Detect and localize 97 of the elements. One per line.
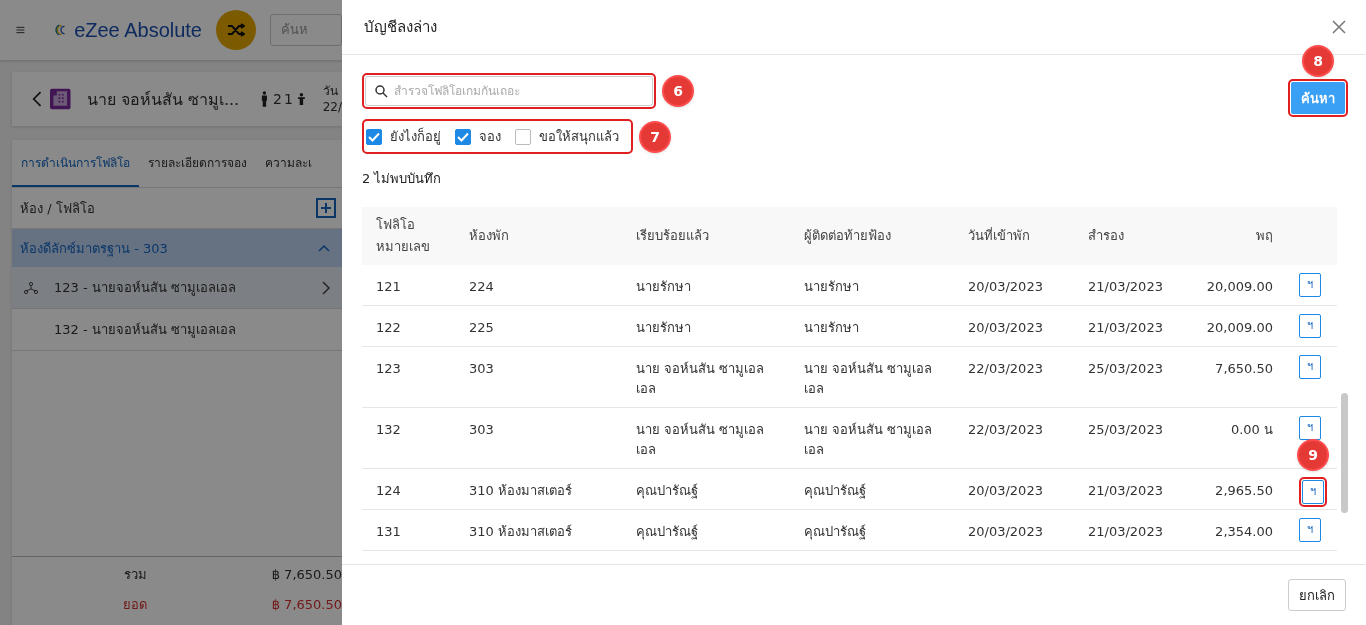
- back-icon[interactable]: [32, 89, 43, 109]
- chevron-right-icon[interactable]: [322, 280, 330, 295]
- table-cell-text: 123: [375, 360, 402, 378]
- table-cell-text: 2,965.50: [1214, 482, 1274, 500]
- checkbox[interactable]: [366, 128, 382, 145]
- column-header: เรียบร้อยแล้ว: [635, 227, 710, 245]
- tab[interactable]: รายละเอียดการจอง: [139, 140, 256, 187]
- table-cell-text: 20/03/2023: [967, 278, 1044, 296]
- dialog-title: บัญชีลงล่าง: [364, 17, 437, 38]
- cancel-button[interactable]: ยกเลิก: [1288, 579, 1346, 611]
- checkbox[interactable]: [455, 128, 471, 145]
- child-icon: [297, 92, 305, 106]
- table-cell-text: คุณปารัณฐ์: [635, 482, 699, 501]
- add-icon[interactable]: [316, 198, 336, 218]
- scrollbar-thumb[interactable]: [1341, 393, 1348, 513]
- table-cell-text: 310 ห้องมาสเตอร์: [468, 523, 573, 541]
- table-cell-text: นายรักษา: [803, 278, 860, 296]
- callout-badge: 8: [1304, 47, 1332, 75]
- adult-count: 2: [273, 91, 282, 107]
- checkbox-label: จอง: [479, 128, 501, 146]
- date-label: วัน: [322, 83, 339, 99]
- table-cell-text: 225: [468, 319, 495, 337]
- table-cell-text: 20/03/2023: [967, 482, 1044, 500]
- logo-text: eZee Absolute: [74, 18, 202, 42]
- folio-item[interactable]: 123 - นายจอห์นสัน ซามูเอลเอล: [12, 267, 342, 309]
- close-icon[interactable]: [1332, 20, 1346, 34]
- action-button[interactable]: ฯ: [1299, 518, 1321, 542]
- table-cell-text: 25/03/2023: [1087, 360, 1164, 378]
- tab[interactable]: ความละเ: [256, 140, 321, 187]
- table-cell-text: นาย จอห์นสัน ซามูเอลเอล: [803, 421, 934, 459]
- checkbox[interactable]: [515, 128, 531, 145]
- column-header: สำรอง: [1087, 227, 1125, 245]
- column-header: วันที่เข้าพัก: [967, 226, 1031, 245]
- callout-badge: 9: [1299, 441, 1327, 469]
- table-cell-text: 132: [375, 421, 402, 439]
- result-count: 2 ไม่พบบันทึก: [362, 170, 443, 188]
- search-field[interactable]: สำรวจโฟลิโอเกมกันเถอะ: [365, 76, 653, 106]
- action-button[interactable]: ฯ: [1299, 273, 1321, 297]
- hierarchy-icon: [24, 281, 38, 294]
- table-cell-text: 21/03/2023: [1087, 523, 1164, 541]
- building-icon: [50, 87, 71, 111]
- callout-badge: 6: [664, 77, 692, 105]
- action-button[interactable]: ฯ: [1299, 416, 1321, 440]
- action-button[interactable]: ฯ: [1299, 355, 1321, 379]
- table-cell-text: 310 ห้องมาสเตอร์: [468, 482, 573, 500]
- table-cell-text: 7,650.50: [1214, 360, 1274, 378]
- table-cell-text: 21/03/2023: [1087, 319, 1164, 337]
- table-cell-text: 22/03/2023: [967, 360, 1044, 378]
- column-header: ผู้ติดต่อท้ายฟ้อง: [803, 227, 892, 246]
- table-cell-text: 224: [468, 278, 495, 296]
- table-cell-text: 124: [375, 482, 402, 500]
- table-cell-text: นาย จอห์นสัน ซามูเอลเอล: [803, 360, 934, 398]
- table-cell-text: 21/03/2023: [1087, 482, 1164, 500]
- table-cell-text: 0.00 น: [1229, 421, 1274, 439]
- action-button[interactable]: ฯ: [1299, 314, 1321, 338]
- table-cell-text: นาย จอห์นสัน ซามูเอลเอล: [635, 360, 766, 398]
- table-cell-text: นายรักษา: [635, 278, 692, 296]
- caret-icon[interactable]: [318, 244, 330, 252]
- table-cell-text: 303: [468, 421, 495, 439]
- table-cell-text: 122: [375, 319, 402, 337]
- total-label: ยอด: [122, 595, 147, 614]
- total-amount: ฿ 7,650.50: [270, 566, 342, 582]
- table-cell-text: นายรักษา: [635, 319, 692, 337]
- table-cell-text: คุณปารัณฐ์: [635, 523, 699, 542]
- table-cell-text: 20/03/2023: [967, 319, 1044, 337]
- table-cell-text: 121: [375, 278, 402, 296]
- table-cell-text: คุณปารัณฐ์: [803, 523, 867, 542]
- table-cell-text: 25/03/2023: [1087, 421, 1164, 439]
- checkbox-label: ขอให้สนุกแล้ว: [539, 128, 619, 147]
- list-heading: ห้อง / โฟลิโอ: [20, 199, 95, 218]
- shuffle-icon[interactable]: [227, 23, 245, 37]
- total-label: รวม: [123, 565, 147, 584]
- adult-icon: [261, 90, 268, 108]
- shuffle-button[interactable]: [216, 10, 256, 50]
- tab[interactable]: การดำเนินการโฟลิโอ: [12, 140, 139, 187]
- table-cell-text: 303: [468, 360, 495, 378]
- column-header: โฟลิโอ หมายเลข: [375, 216, 431, 256]
- callout-badge: 7: [641, 122, 669, 151]
- table-cell-text: นายรักษา: [803, 319, 860, 337]
- table-cell-text: 2,354.00: [1214, 523, 1274, 541]
- action-button[interactable]: ฯ: [1302, 480, 1324, 504]
- table-cell-text: 20,009.00: [1205, 319, 1274, 337]
- column-header: พฤ: [1255, 227, 1274, 245]
- total-amount: ฿ 7,650.50: [270, 596, 342, 612]
- guest-name: นาย จอห์นสัน ซามูเ...: [86, 88, 240, 112]
- checkbox-label: ยังไงก็อยู่: [390, 126, 441, 147]
- table-cell-text: 20/03/2023: [967, 523, 1044, 541]
- table-cell-text: นาย จอห์นสัน ซามูเอลเอล: [635, 421, 766, 459]
- column-header: ห้องพัก: [468, 227, 510, 245]
- table-cell-text: 22/03/2023: [967, 421, 1044, 439]
- child-count: 1: [283, 91, 293, 107]
- table-cell-text: คุณปารัณฐ์: [803, 482, 867, 501]
- table-cell-text: 20,009.00: [1205, 278, 1274, 296]
- table-cell-text: 21/03/2023: [1087, 278, 1164, 296]
- table-cell-text: 131: [375, 523, 402, 541]
- search-button[interactable]: ค้นหา: [1291, 82, 1345, 114]
- date-value: 22/: [322, 99, 342, 115]
